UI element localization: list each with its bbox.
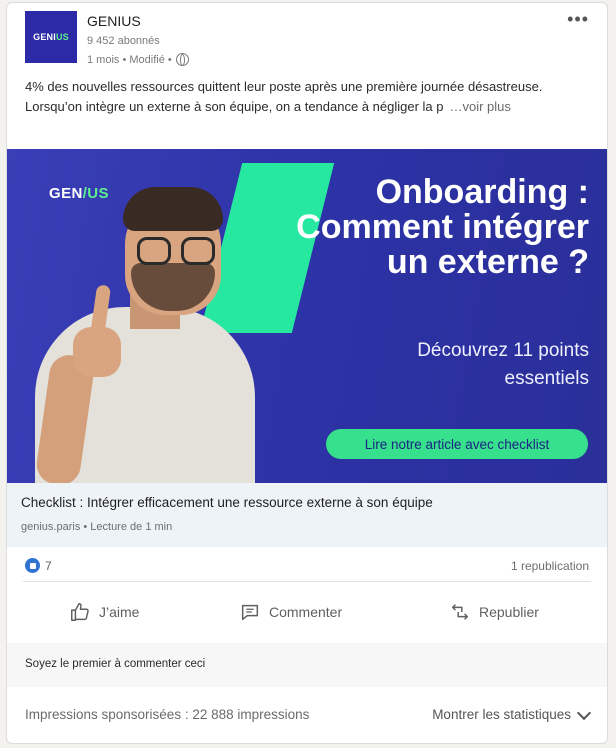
post-card: GENIUS GENIUS 9 452 abonnés 1 mois • Mod… (6, 2, 608, 744)
person-photo (34, 177, 285, 483)
post-image[interactable]: GEN/US Onboarding : Comment intégrer un … (7, 149, 607, 483)
comment-button-label: Commenter (269, 604, 343, 620)
more-icon[interactable]: ••• (567, 9, 589, 30)
thumbs-up-icon (71, 603, 89, 621)
post-text-truncated: Lorsqu’on intègre un externe à son équip… (25, 99, 444, 114)
repost-icon (451, 604, 469, 620)
repost-button-label: Republier (479, 604, 539, 620)
post-footer: Impressions sponsorisées : 22 888 impres… (7, 691, 607, 743)
like-count[interactable]: 7 (45, 559, 52, 573)
post-text-line-1: 4% des nouvelles ressources quittent leu… (25, 79, 543, 94)
banner-cta-button[interactable]: Lire notre article avec checklist (326, 429, 588, 459)
banner-subline: Découvrez 11 points essentiels (417, 340, 589, 389)
see-more-link[interactable]: …voir plus (449, 97, 510, 117)
comment-icon (241, 604, 259, 621)
like-button[interactable]: J’aime (69, 597, 139, 627)
chevron-down-icon (576, 705, 592, 720)
article-title[interactable]: Checklist : Intégrer efficacement une re… (21, 495, 433, 510)
show-statistics-label: Montrer les statistiques (432, 707, 571, 722)
social-counts: 7 1 republication (7, 551, 607, 581)
banner-logo: GEN/US (49, 185, 109, 202)
post-meta: 1 mois • Modifié • (87, 53, 189, 66)
post-age: 1 mois • Modifié • (87, 53, 172, 66)
post-text: 4% des nouvelles ressources quittent leu… (25, 77, 590, 117)
comments-section: Soyez le premier à commenter ceci (7, 643, 607, 687)
divider (23, 581, 591, 582)
article-link[interactable]: Checklist : Intégrer efficacement une re… (7, 483, 607, 547)
post-header: GENIUS GENIUS 9 452 abonnés 1 mois • Mod… (7, 3, 607, 69)
repost-button[interactable]: Republier (449, 597, 539, 627)
first-comment-prompt: Soyez le premier à commenter ceci (25, 658, 206, 670)
sponsored-impressions: Impressions sponsorisées : 22 888 impres… (25, 707, 310, 722)
article-source: genius.paris • Lecture de 1 min (21, 521, 173, 533)
company-logo[interactable]: GENIUS (25, 11, 77, 63)
post-text-line-2: Lorsqu’on intègre un externe à son équip… (25, 97, 590, 117)
like-reaction-icon[interactable] (25, 558, 40, 573)
follower-count: 9 452 abonnés (87, 35, 160, 47)
banner-headline: Onboarding : Comment intégrer un externe… (296, 173, 589, 281)
comment-button[interactable]: Commenter (239, 597, 342, 627)
company-name[interactable]: GENIUS (87, 13, 141, 29)
show-statistics-button[interactable]: Montrer les statistiques (432, 705, 592, 722)
action-bar: J’aime Commenter Republier (7, 587, 607, 637)
globe-icon (175, 53, 189, 66)
like-button-label: J’aime (99, 604, 140, 620)
republication-count[interactable]: 1 republication (511, 559, 589, 573)
company-logo-text: GENIUS (33, 32, 69, 42)
